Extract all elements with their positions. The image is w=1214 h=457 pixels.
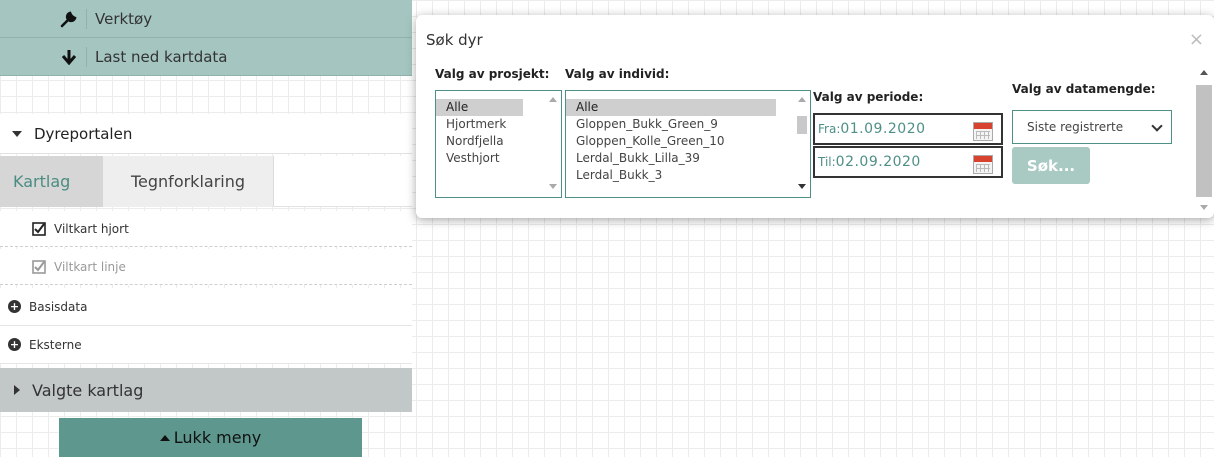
layer-item-viltkart-hjort[interactable]: Viltkart hjort (0, 211, 412, 247)
list-item[interactable]: Gloppen_Kolle_Green_10 (566, 133, 810, 150)
project-scrollbar[interactable] (545, 91, 561, 197)
close-menu-label: Lukk meny (173, 428, 262, 447)
calendar-icon[interactable] (973, 122, 993, 141)
caret-right-icon (14, 385, 20, 395)
list-item[interactable]: Gloppen_Bukk_Green_9 (566, 116, 810, 133)
project-listbox[interactable]: Alle Hjortmerk Nordfjella Vesthjort (435, 90, 562, 198)
dialog-title: Søk dyr (426, 31, 483, 49)
from-date-field[interactable]: Fra: 01.09.2020 (813, 113, 1003, 145)
separator (86, 46, 87, 67)
list-item[interactable]: Vesthjort (436, 150, 561, 167)
group-label: Eksterne (29, 337, 82, 352)
side-menu: Verktøy Last ned kartdata Dyreportalen K… (0, 0, 412, 457)
plus-circle-icon: + (8, 300, 21, 313)
close-icon[interactable]: × (1189, 29, 1204, 50)
search-button[interactable]: Søk... (1012, 147, 1090, 184)
period-label: Valg av periode: (813, 90, 924, 104)
individual-listbox[interactable]: Alle Gloppen_Bukk_Green_9 Gloppen_Kolle_… (565, 90, 811, 198)
from-date-value: 01.09.2020 (840, 121, 926, 137)
from-prefix: Fra: (818, 122, 841, 136)
selected-layers-header[interactable]: Valgte kartlag (0, 368, 412, 412)
amount-selected-value: Siste registrerte (1027, 120, 1124, 134)
selected-layers-label: Valgte kartlag (32, 380, 144, 400)
scroll-down-icon[interactable] (1200, 205, 1208, 210)
project-label: Valg av prosjekt: (435, 67, 550, 81)
individual-label: Valg av individ: (565, 67, 670, 81)
list-item[interactable]: Hjortmerk (436, 116, 561, 133)
checkbox-checked-icon[interactable] (32, 259, 46, 274)
scroll-thumb[interactable] (797, 116, 807, 134)
checkbox-checked-icon[interactable] (32, 221, 46, 236)
individual-scrollbar[interactable] (794, 91, 810, 197)
wrench-icon (60, 10, 78, 28)
to-prefix: Til: (818, 155, 836, 169)
amount-select[interactable]: Siste registrerte (1012, 110, 1172, 144)
tools-button[interactable]: Verktøy (0, 0, 412, 38)
to-date-value: 02.09.2020 (835, 154, 921, 170)
list-item[interactable]: Alle (436, 99, 523, 116)
tab-kartlag[interactable]: Kartlag (0, 156, 103, 207)
scroll-up-icon[interactable] (549, 97, 557, 102)
to-date-field[interactable]: Til: 02.09.2020 (813, 146, 1003, 178)
separator (86, 8, 87, 29)
scroll-down-icon[interactable] (798, 184, 806, 189)
amount-label: Valg av datamengde: (1012, 82, 1156, 96)
caret-down-icon (12, 130, 22, 137)
list-item[interactable]: Lerdal_Bukk_3 (566, 167, 810, 184)
dialog-scrollbar[interactable] (1194, 65, 1214, 215)
caret-up-icon (159, 434, 170, 441)
layer-label: Viltkart hjort (54, 221, 129, 236)
arrow-down-icon (60, 48, 78, 66)
tools-label: Verktøy (95, 9, 153, 28)
scroll-thumb[interactable] (1196, 85, 1212, 197)
scroll-up-icon[interactable] (798, 97, 806, 102)
plus-circle-icon: + (8, 338, 21, 351)
section-title: Dyreportalen (34, 124, 133, 143)
layer-item-viltkart-linje[interactable]: Viltkart linje (0, 249, 412, 285)
tab-tegnforklaring[interactable]: Tegnforklaring (103, 156, 274, 207)
group-item-basisdata[interactable]: + Basisdata (0, 288, 412, 326)
layer-tabs: Kartlag Tegnforklaring (0, 156, 412, 207)
calendar-icon[interactable] (973, 155, 993, 174)
close-menu-button[interactable]: Lukk meny (59, 418, 362, 457)
chevron-down-icon (1151, 120, 1163, 132)
group-label: Basisdata (29, 299, 88, 314)
scroll-up-icon[interactable] (1200, 70, 1208, 75)
download-map-data-button[interactable]: Last ned kartdata (0, 38, 412, 76)
download-label: Last ned kartdata (95, 47, 228, 66)
dyreportalen-section-header[interactable]: Dyreportalen (0, 114, 412, 154)
scroll-down-icon[interactable] (549, 184, 557, 189)
list-item[interactable]: Lerdal_Bukk_Lilla_39 (566, 150, 810, 167)
group-item-eksterne[interactable]: + Eksterne (0, 326, 412, 364)
list-item[interactable]: Nordfjella (436, 133, 561, 150)
layer-label: Viltkart linje (54, 259, 126, 274)
search-animals-dialog: Søk dyr × Valg av prosjekt: Alle Hjortme… (416, 15, 1214, 218)
list-item[interactable]: Alle (566, 99, 776, 116)
tab-spacer (274, 156, 412, 207)
